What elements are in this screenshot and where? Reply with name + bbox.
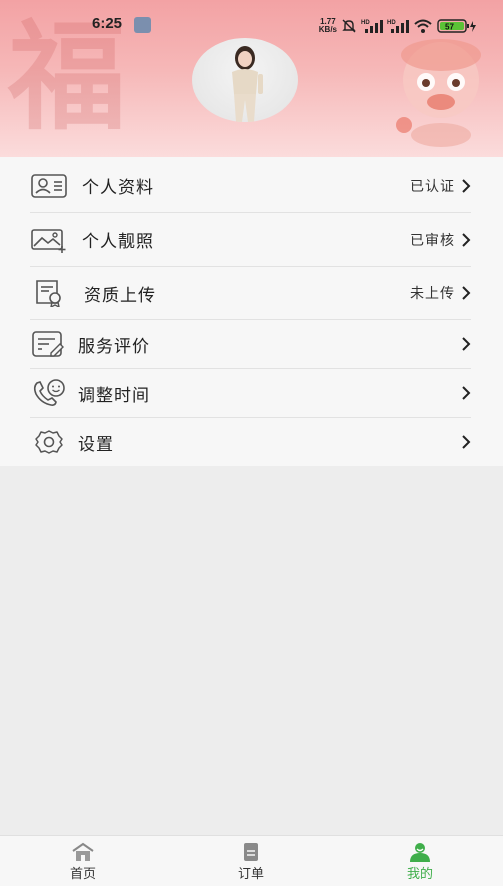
profile-header: 福 6:25 1.77 KB/s HD HD 57: [0, 0, 503, 157]
menu-item-personal-info[interactable]: 个人资料 已认证: [30, 159, 471, 213]
order-document-icon: [244, 843, 258, 861]
status-text: 已认证: [410, 178, 455, 195]
avatar[interactable]: [192, 38, 298, 122]
signal-hd-icon: HD: [387, 20, 409, 33]
wifi-icon: [414, 19, 432, 33]
gear-icon: [30, 427, 68, 457]
profile-menu: 个人资料 已认证 个人靓照 已审核 资质上传 未上传 服务评价 调整时间 设置: [0, 157, 503, 466]
profile-photo: [232, 46, 263, 122]
chevron-right-icon: [462, 386, 471, 400]
menu-item-label: 资质上传: [84, 285, 156, 306]
menu-item-personal-photos[interactable]: 个人靓照 已审核: [30, 213, 471, 267]
chevron-right-icon: [462, 178, 471, 193]
chevron-right-icon: [462, 232, 471, 247]
chevron-right-icon: [462, 435, 471, 449]
tab-home[interactable]: 首页: [43, 842, 123, 882]
home-icon: [72, 842, 94, 861]
tab-label: 首页: [69, 867, 96, 882]
bottom-tab-bar: 首页 订单 我的: [0, 835, 503, 886]
tab-label: 订单: [237, 867, 264, 882]
status-indicators: 1.77 KB/s HD HD 57: [319, 16, 477, 36]
battery-icon: 57: [437, 19, 476, 33]
menu-item-label: 个人资料: [82, 178, 154, 198]
status-text: 未上传: [410, 286, 455, 302]
bell-muted-icon: [342, 19, 356, 33]
signal-hd-icon: HD: [361, 20, 383, 33]
menu-item-label: 调整时间: [78, 385, 150, 406]
menu-item-label: 服务评价: [78, 336, 150, 357]
svg-text:HD: HD: [387, 20, 396, 26]
id-card-icon: [30, 171, 68, 201]
menu-item-label: 设置: [78, 434, 114, 455]
chevron-right-icon: [462, 337, 471, 351]
network-speed: 1.77 KB/s: [318, 17, 337, 34]
menu-item-service-reviews[interactable]: 服务评价: [30, 320, 471, 369]
status-bar: 6:25 1.77 KB/s HD HD 57: [0, 10, 503, 40]
wrench-icon: [134, 17, 151, 33]
svg-text:HD: HD: [361, 20, 370, 26]
battery-level: 57: [445, 23, 454, 32]
lion-mascot-decoration: [396, 39, 481, 147]
tab-orders[interactable]: 订单: [211, 842, 291, 882]
user-icon: [410, 843, 430, 862]
tab-label: 我的: [406, 867, 433, 882]
clock: 6:25: [92, 15, 123, 32]
review-edit-icon: [30, 329, 68, 359]
phone-smile-icon: [30, 378, 68, 408]
menu-item-label: 个人靓照: [82, 232, 154, 252]
menu-item-settings[interactable]: 设置: [30, 418, 471, 466]
status-text: 已审核: [410, 232, 455, 249]
certificate-icon: [30, 278, 68, 308]
chevron-right-icon: [462, 286, 471, 300]
menu-item-adjust-time[interactable]: 调整时间: [30, 369, 471, 418]
photo-add-icon: [30, 225, 68, 255]
tab-mine[interactable]: 我的: [380, 842, 460, 882]
menu-item-qualification-upload[interactable]: 资质上传 未上传: [30, 267, 471, 320]
